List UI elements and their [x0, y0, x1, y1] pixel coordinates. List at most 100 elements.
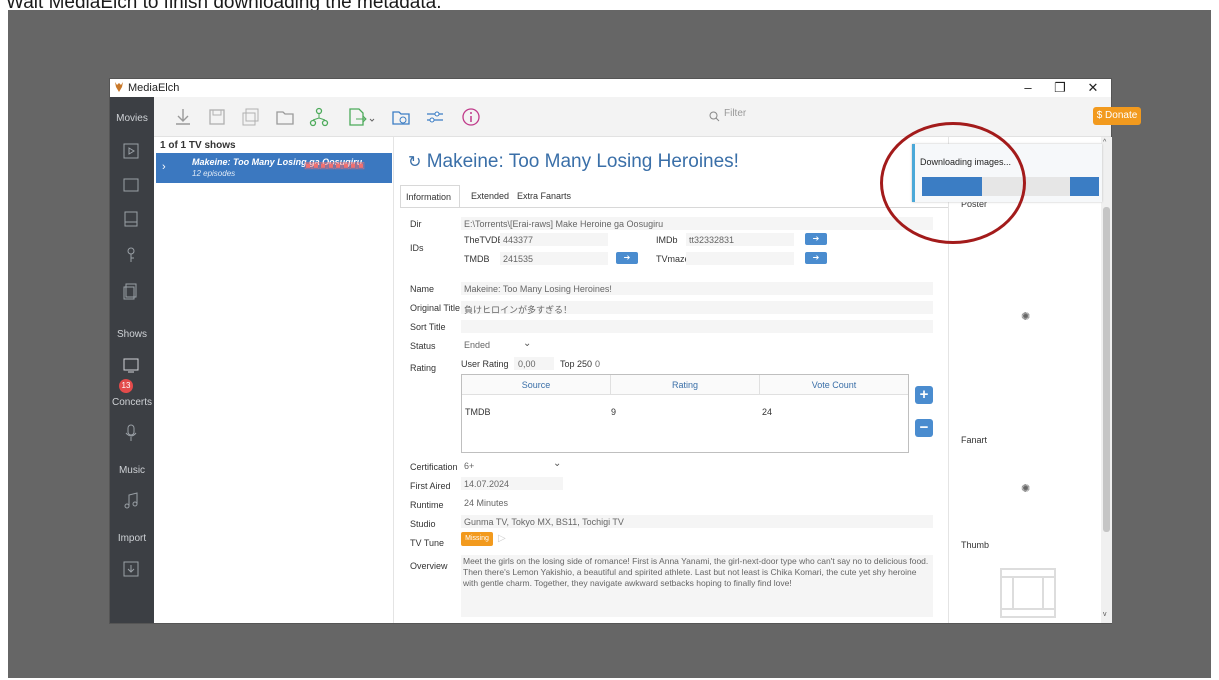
name-label: Name — [410, 284, 435, 294]
music-note-icon[interactable] — [121, 491, 141, 511]
ratings-col-source[interactable]: Source — [462, 375, 611, 395]
highlight-circle — [880, 122, 1026, 244]
scrollbar-thumb[interactable] — [1103, 207, 1110, 532]
certification-select[interactable]: 6+ ⌄ — [461, 458, 571, 473]
sync-kodi-icon[interactable] — [308, 106, 330, 128]
thetvdb-label: TheTVDB — [464, 235, 504, 245]
reload-icon[interactable]: ↻ — [408, 154, 421, 171]
sort-title-field[interactable] — [461, 320, 933, 333]
scroll-up-icon[interactable]: ^ — [1103, 139, 1106, 146]
studio-value: Gunma TV, Tokyo MX, BS11, Tochigi TV — [464, 517, 624, 527]
restore-button[interactable]: ❐ — [1045, 79, 1075, 97]
tab-extended[interactable]: Extended — [466, 185, 514, 207]
shows-count-badge: 13 — [119, 379, 133, 393]
sidebar-section-music[interactable]: Music — [110, 465, 154, 476]
first-aired-value: 14.07.2024 — [464, 479, 510, 489]
thumb-label: Thumb — [961, 540, 990, 550]
mediaelch-logo-icon — [115, 82, 123, 92]
scrape-download-icon[interactable] — [172, 106, 194, 128]
genres-icon[interactable] — [121, 209, 141, 229]
table-row[interactable]: TMDB 9 24 — [462, 395, 908, 419]
title-bar: MediaElch – ❐ ✕ — [110, 79, 1111, 97]
remove-rating-button[interactable]: − — [915, 419, 933, 437]
movie-sets-icon[interactable] — [121, 175, 141, 195]
tab-information[interactable]: Information — [400, 185, 460, 207]
tv-tune-label: TV Tune — [410, 538, 445, 548]
progress-segment — [1070, 177, 1099, 196]
minimize-button[interactable]: – — [1013, 79, 1043, 97]
certification-value: 6+ — [464, 461, 475, 471]
search-icon — [709, 111, 720, 122]
scroll-down-icon[interactable]: v — [1103, 611, 1107, 618]
dir-label: Dir — [410, 219, 422, 229]
settings-sliders-icon[interactable] — [424, 106, 446, 128]
microphone-icon[interactable] — [121, 423, 141, 443]
show-detail-panel: ↻ Makeine: Too Many Losing Heroines! Inf… — [394, 137, 948, 623]
rating-source-cell: TMDB — [465, 407, 491, 417]
expand-chevron-icon[interactable]: › — [162, 161, 166, 173]
tvmaze-field[interactable] — [686, 252, 794, 265]
tab-extra-fanarts[interactable]: Extra Fanarts — [512, 185, 576, 207]
chevron-down-icon: ⌄ — [553, 458, 562, 469]
export-menu-icon[interactable] — [346, 106, 378, 128]
ratings-col-votes[interactable]: Vote Count — [760, 375, 908, 395]
loading-spinner-icon: ✺ — [1021, 311, 1031, 323]
user-rating-label: User Rating — [461, 359, 509, 369]
about-info-icon[interactable] — [460, 106, 482, 128]
sidebar-section-movies[interactable]: Movies — [110, 113, 154, 124]
tv-shows-icon[interactable] — [121, 355, 141, 375]
movies-icon[interactable] — [121, 141, 141, 161]
studio-label: Studio — [410, 519, 436, 529]
first-aired-label: First Aired — [410, 481, 451, 491]
certifications-icon[interactable] — [121, 245, 141, 265]
tv-tune-play-icon[interactable]: ▷ — [498, 533, 506, 544]
tmdb-label: TMDB — [464, 254, 490, 264]
missing-media-flags-icon: ▣▣▣▣▣▣▣▣ — [304, 160, 365, 170]
certification-label: Certification — [410, 462, 458, 472]
close-button[interactable]: ✕ — [1078, 79, 1108, 97]
status-select[interactable]: Ended ⌄ — [461, 338, 541, 353]
rating-label: Rating — [410, 363, 437, 373]
donate-button[interactable]: $ Donate — [1093, 107, 1141, 125]
tvmaze-label: TVmaze — [656, 254, 690, 264]
sidebar-section-concerts[interactable]: Concerts — [110, 397, 154, 408]
save-all-icon[interactable] — [240, 106, 262, 128]
vertical-scrollbar[interactable]: ^ v — [1101, 137, 1112, 623]
show-count-label: 1 of 1 TV shows — [160, 140, 236, 151]
status-label: Status — [410, 341, 436, 351]
tvmaze-open-button[interactable]: ➔ — [805, 252, 827, 264]
list-item-subtitle: 12 episodes — [192, 169, 236, 178]
imdb-open-button[interactable]: ➔ — [805, 233, 827, 245]
original-title-value: 負けヒロインが多すぎる！ — [464, 305, 573, 315]
tmdb-open-button[interactable]: ➔ — [616, 252, 638, 264]
top250-label: Top 250 — [560, 359, 593, 369]
sidebar: Movies Shows 13 Concerts Music Import — [110, 97, 154, 623]
tv-tune-missing-badge: Missing — [461, 532, 493, 546]
film-strip-icon — [1000, 568, 1056, 618]
tv-show-list: 1 of 1 TV shows › Makeine: Too Many Losi… — [154, 137, 394, 623]
list-item[interactable]: › Makeine: Too Many Losing ga Oosugiru 1… — [156, 153, 392, 183]
sort-title-label: Sort Title — [410, 322, 446, 332]
filter-input[interactable]: Filter — [724, 108, 844, 126]
ratings-col-rating[interactable]: Rating — [611, 375, 760, 395]
name-value: Makeine: Too Many Losing Heroines! — [464, 284, 612, 294]
tmdb-value: 241535 — [503, 254, 534, 264]
overview-text[interactable]: Meet the girls on the losing side of rom… — [461, 555, 933, 617]
fanart-label: Fanart — [961, 435, 988, 445]
rename-files-icon[interactable] — [390, 106, 412, 128]
folder-icon[interactable] — [274, 106, 296, 128]
ids-label: IDs — [410, 243, 424, 253]
add-rating-button[interactable]: + — [915, 386, 933, 404]
duplicates-icon[interactable] — [121, 281, 141, 301]
window-title: MediaElch — [128, 82, 180, 94]
sidebar-section-shows[interactable]: Shows — [110, 329, 154, 340]
rating-value-cell: 9 — [611, 407, 617, 417]
status-value: Ended — [464, 340, 491, 350]
sidebar-section-import[interactable]: Import — [110, 533, 154, 544]
save-icon[interactable] — [206, 106, 228, 128]
dir-value: E:\Torrents\[Erai-raws] Make Heroine ga … — [464, 219, 664, 229]
import-icon[interactable] — [121, 559, 141, 579]
original-title-label: Original Title — [410, 303, 461, 313]
top250-value: 0 — [595, 359, 601, 369]
chevron-down-icon: ⌄ — [523, 338, 532, 349]
